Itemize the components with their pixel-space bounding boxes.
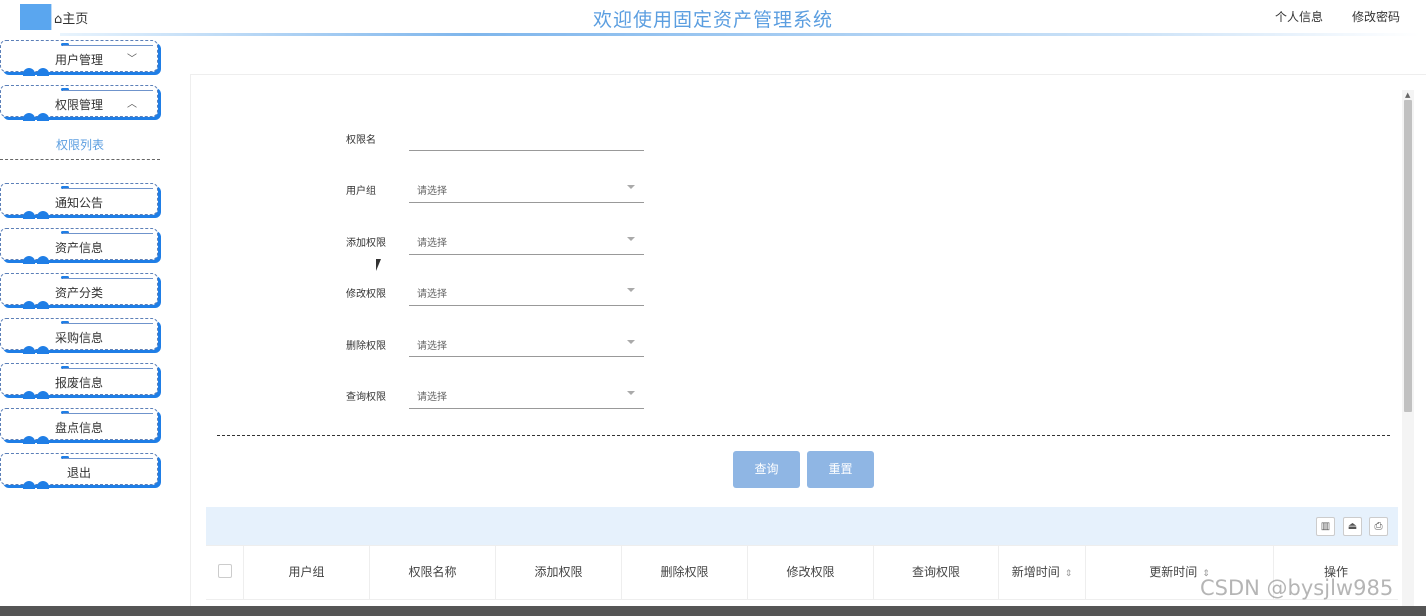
chevron-down-icon	[627, 288, 635, 292]
column-header[interactable]: 修改权限	[748, 545, 874, 599]
form-divider	[217, 435, 1390, 436]
column-header[interactable]: 查询权限	[874, 545, 999, 599]
column-header-label: 更新时间	[1149, 565, 1198, 579]
sidebar-item-label: 通知公告	[54, 196, 103, 210]
sidebar-item-label: 盘点信息	[54, 421, 103, 435]
page-title: 欢迎使用固定资产管理系统	[592, 9, 833, 31]
sidebar-item-scrap[interactable]: 报废信息	[0, 363, 158, 399]
chevron-down-icon	[627, 237, 635, 241]
sidebar-item-label: 用户管理	[54, 53, 103, 67]
user-group-select[interactable]: 请选择	[417, 182, 447, 197]
column-header[interactable]: 权限名称	[370, 545, 496, 599]
export-icon[interactable]: ⏏	[1343, 517, 1362, 536]
reset-button[interactable]: 重置	[807, 451, 874, 488]
sidebar-item-label: 资产分类	[54, 286, 103, 300]
delete-permission-underline	[409, 356, 644, 357]
query-permission-underline	[409, 408, 644, 409]
sidebar-item-logout[interactable]: 退出	[0, 453, 158, 489]
edit-permission-select[interactable]: 请选择	[417, 285, 447, 300]
sort-icon[interactable]: ⇕	[1065, 569, 1073, 579]
sidebar-item-permission-management[interactable]: 权限管理 ︿	[0, 85, 158, 121]
chevron-up-icon: ︿	[127, 99, 137, 110]
add-permission-underline	[409, 254, 644, 255]
chevron-down-icon	[627, 340, 635, 344]
column-header[interactable]: 删除权限	[622, 545, 748, 599]
field-label-edit-permission: 修改权限	[346, 289, 386, 300]
table-row	[206, 599, 1398, 606]
sidebar-item-label: 退出	[66, 466, 91, 480]
chevron-down-icon	[627, 185, 635, 189]
user-group-underline	[409, 202, 644, 203]
delete-permission-select[interactable]: 请选择	[417, 337, 447, 352]
permission-name-underline	[409, 150, 644, 151]
field-label-delete-permission: 删除权限	[346, 341, 386, 352]
field-label-add-permission: 添加权限	[346, 238, 386, 249]
column-header[interactable]: 用户组	[244, 545, 370, 599]
sidebar-item-notice[interactable]: 通知公告	[0, 183, 158, 219]
sidebar-item-purchase[interactable]: 采购信息	[0, 318, 158, 354]
sidebar-item-label: 资产信息	[54, 241, 103, 255]
chevron-down-icon: ﹀	[127, 54, 137, 65]
vertical-scrollbar[interactable]: ▲	[1402, 90, 1414, 610]
top-header: ⌂主页 欢迎使用固定资产管理系统 个人信息 修改密码	[0, 0, 1426, 38]
add-permission-select[interactable]: 请选择	[417, 234, 447, 249]
select-all-checkbox[interactable]	[218, 564, 232, 578]
scrollbar-thumb[interactable]	[1404, 100, 1412, 412]
sidebar-item-user-management[interactable]: 用户管理 ﹀	[0, 40, 158, 76]
query-permission-select[interactable]: 请选择	[417, 388, 447, 403]
field-label-query-permission: 查询权限	[346, 392, 386, 403]
column-header-created[interactable]: 新增时间 ⇕	[999, 545, 1086, 599]
sidebar: 用户管理 ﹀ 权限管理 ︿ 权限列表 通知公告 资产信息 资产分类 采购信息 报废信…	[0, 38, 170, 616]
chevron-down-icon	[627, 391, 635, 395]
edit-permission-underline	[409, 305, 644, 306]
sidebar-item-inventory[interactable]: 盘点信息	[0, 408, 158, 444]
field-label-user-group: 用户组	[346, 186, 376, 197]
profile-link[interactable]: 个人信息	[1275, 8, 1323, 25]
sidebar-subitem-permission-list[interactable]: 权限列表	[0, 136, 160, 160]
column-header-label: 新增时间	[1011, 565, 1060, 579]
print-icon[interactable]: ⎙	[1369, 517, 1388, 536]
sidebar-item-asset-category[interactable]: 资产分类	[0, 273, 158, 309]
scroll-up-icon[interactable]: ▲	[1405, 91, 1410, 99]
search-button[interactable]: 查询	[733, 451, 800, 488]
columns-icon[interactable]: ▥	[1316, 517, 1335, 536]
mouse-cursor-icon	[376, 259, 381, 271]
header-divider	[60, 33, 1420, 36]
table-toolbar	[206, 507, 1398, 545]
column-header[interactable]: 添加权限	[496, 545, 622, 599]
field-label-permission-name: 权限名	[346, 135, 376, 146]
sidebar-item-label: 权限管理	[54, 98, 103, 112]
sidebar-item-label: 采购信息	[54, 331, 103, 345]
bottom-bar	[0, 606, 1426, 616]
watermark: CSDN @bysjlw985	[1200, 576, 1394, 600]
sidebar-item-asset-info[interactable]: 资产信息	[0, 228, 158, 264]
sidebar-item-label: 报废信息	[54, 376, 103, 390]
change-password-link[interactable]: 修改密码	[1352, 8, 1400, 25]
